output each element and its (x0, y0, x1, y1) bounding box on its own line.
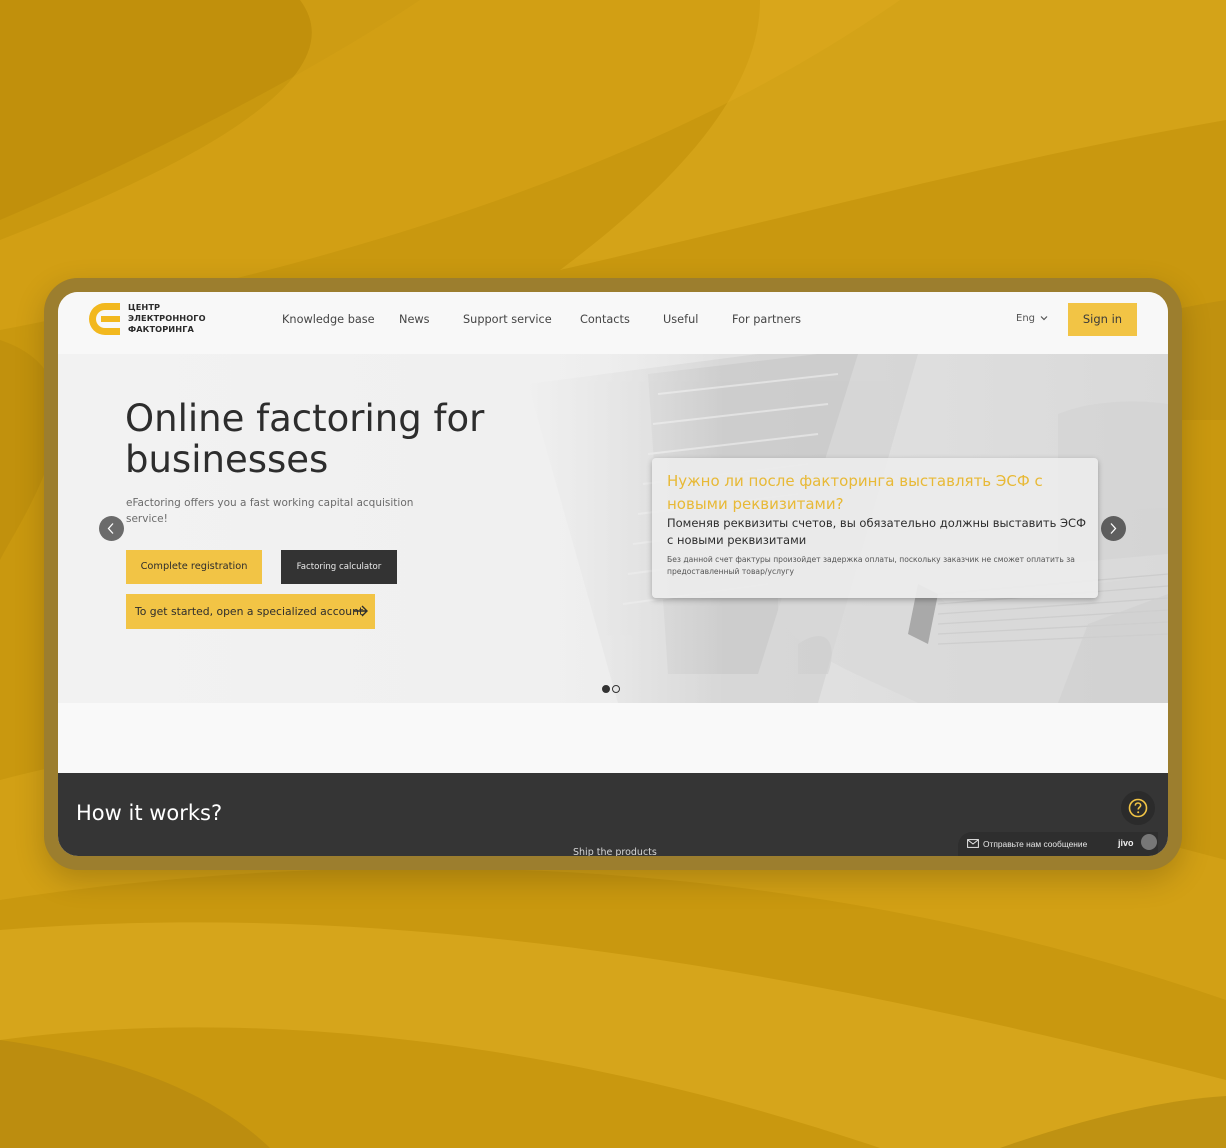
chevron-left-icon (107, 523, 114, 534)
chat-prompt: Отправьте нам сообщение (983, 839, 1088, 849)
language-selector[interactable]: Eng (1016, 313, 1048, 324)
language-label: Eng (1016, 313, 1036, 324)
nav-contacts[interactable]: Contacts (580, 313, 630, 326)
hero-slider: Online factoring for businesses eFactori… (58, 354, 1168, 703)
site-logo[interactable]: ЦЕНТР ЭЛЕКТРОННОГО ФАКТОРИНГА (88, 302, 208, 342)
hero-title: Online factoring for businesses (125, 397, 485, 481)
nav-for-partners[interactable]: For partners (732, 313, 801, 326)
jivo-brand: jivo (1118, 838, 1134, 848)
hero-subtitle: eFactoring offers you a fast working cap… (126, 497, 414, 525)
open-account-label: To get started, open a specialized accou… (135, 605, 364, 618)
step-label: Ship the products (573, 847, 657, 856)
logo-text: ЦЕНТР ЭЛЕКТРОННОГО ФАКТОРИНГА (128, 302, 206, 335)
sign-in-button[interactable]: Sign in (1068, 303, 1137, 336)
chat-widget[interactable]: Отправьте нам сообщение jivo (958, 832, 1158, 856)
slider-next-button[interactable] (1101, 516, 1126, 541)
chevron-right-icon (1110, 523, 1117, 534)
info-card-title: Нужно ли после факторинга выставлять ЭСФ… (667, 472, 1043, 513)
efactoring-logo-icon (89, 303, 120, 335)
how-it-works-title: How it works? (76, 801, 223, 825)
slider-pagination (602, 685, 622, 693)
factoring-calculator-button[interactable]: Factoring calculator (281, 550, 397, 584)
info-card-note: Без данной счет фактуры произойдет задер… (667, 555, 1075, 576)
slider-prev-button[interactable] (99, 516, 124, 541)
envelope-icon (967, 839, 979, 848)
nav-knowledge-base[interactable]: Knowledge base (282, 313, 375, 326)
slider-dot-2[interactable] (612, 685, 620, 693)
info-card: Нужно ли после факторинга выставлять ЭСФ… (652, 458, 1098, 598)
open-account-button[interactable]: To get started, open a specialized accou… (126, 594, 375, 629)
website-screen: ЦЕНТР ЭЛЕКТРОННОГО ФАКТОРИНГА Knowledge … (58, 292, 1168, 856)
logo-line-1: ЦЕНТР (128, 302, 161, 312)
chat-avatar (1141, 834, 1157, 850)
nav-support-service[interactable]: Support service (463, 313, 552, 326)
arrow-right-icon (354, 605, 368, 617)
how-it-works-section: How it works? Ship the products Отправьт… (58, 773, 1168, 856)
nav-useful[interactable]: Useful (663, 313, 698, 326)
help-button[interactable] (1121, 791, 1155, 825)
question-circle-icon (1128, 798, 1148, 818)
chevron-down-icon (1040, 316, 1048, 321)
content-spacer (58, 703, 1168, 773)
nav-news[interactable]: News (399, 313, 430, 326)
complete-registration-button[interactable]: Complete registration (126, 550, 262, 584)
logo-line-3: ФАКТОРИНГА (128, 324, 194, 334)
info-card-body: Поменяв реквизиты счетов, вы обязательно… (667, 516, 1086, 547)
site-header: ЦЕНТР ЭЛЕКТРОННОГО ФАКТОРИНГА Knowledge … (58, 292, 1168, 355)
slider-dot-1[interactable] (602, 685, 610, 693)
logo-line-2: ЭЛЕКТРОННОГО (128, 313, 206, 323)
